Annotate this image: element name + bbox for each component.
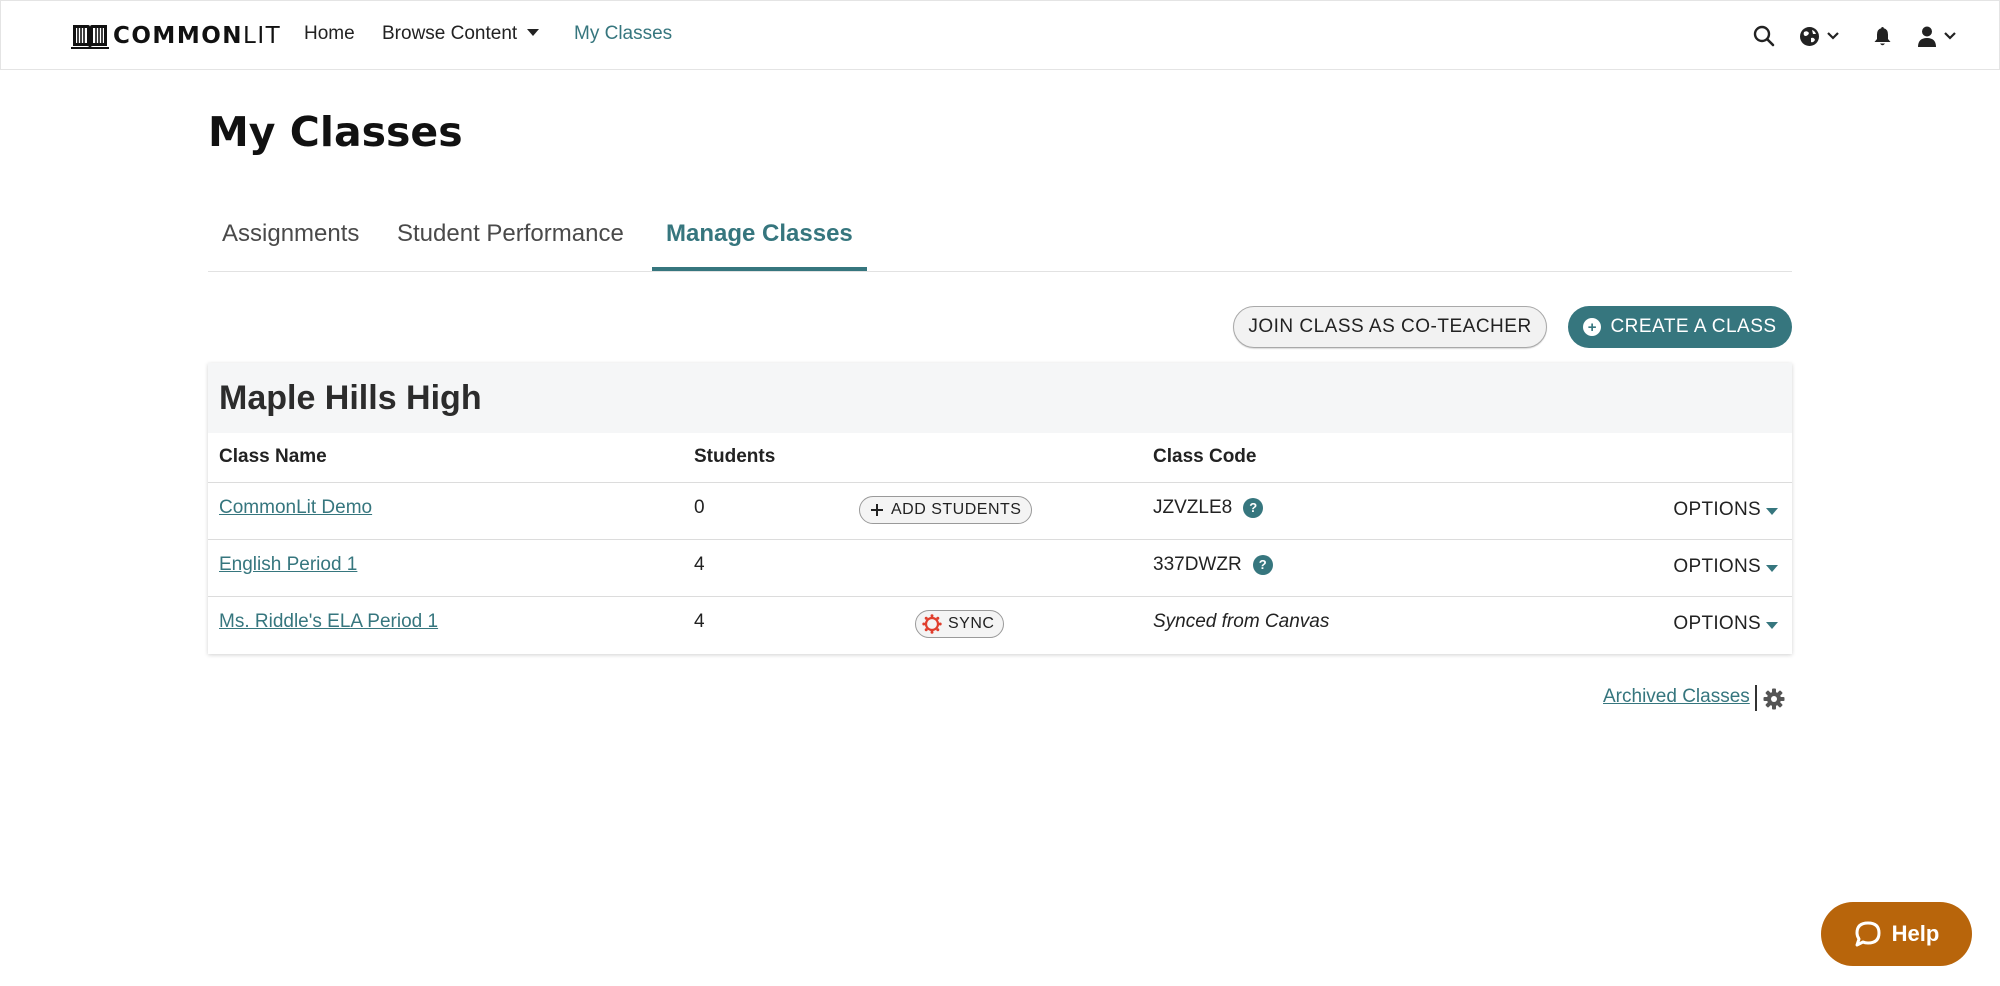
class-code: 337DWZR bbox=[1153, 554, 1242, 575]
globe-icon bbox=[1800, 26, 1819, 46]
help-question-icon[interactable]: ? bbox=[1252, 554, 1273, 575]
search-icon bbox=[1753, 25, 1775, 47]
notifications-button[interactable] bbox=[1873, 23, 1892, 49]
column-header-class-name: Class Name bbox=[219, 446, 327, 467]
nav-browse-content-link[interactable]: Browse Content bbox=[382, 23, 540, 45]
class-link[interactable]: English Period 1 bbox=[219, 554, 357, 575]
table-header: Class Name Students Class Code bbox=[208, 433, 1792, 483]
plus-icon bbox=[871, 504, 883, 516]
options-label: OPTIONS bbox=[1673, 613, 1761, 634]
class-name-cell: Ms. Riddle's ELA Period 1 bbox=[219, 611, 438, 633]
class-name-cell: English Period 1 bbox=[219, 554, 357, 576]
open-book-icon bbox=[71, 25, 109, 49]
logo-text: COMMONLIT bbox=[113, 23, 282, 49]
options-label: OPTIONS bbox=[1673, 499, 1761, 520]
students-count: 0 bbox=[694, 497, 705, 518]
class-link[interactable]: Ms. Riddle's ELA Period 1 bbox=[219, 611, 438, 632]
caret-down-icon bbox=[1766, 622, 1778, 629]
create-a-class-button[interactable]: + CREATE A CLASS bbox=[1568, 306, 1792, 348]
add-students-button[interactable]: ADD STUDENTS bbox=[859, 496, 1033, 524]
school-name: Maple Hills High bbox=[219, 379, 482, 417]
tab-manage-classes[interactable]: Manage Classes bbox=[652, 220, 867, 271]
table-row: English Period 1 4 337DWZR? OPTIONS bbox=[208, 540, 1792, 597]
students-count: 4 bbox=[694, 611, 705, 632]
gear-icon[interactable] bbox=[1763, 688, 1785, 710]
commonlit-logo[interactable]: COMMONLIT bbox=[71, 19, 281, 53]
sync-button[interactable]: SYNC bbox=[915, 610, 1005, 638]
chevron-down-icon bbox=[1944, 32, 1956, 40]
column-header-class-code: Class Code bbox=[1153, 446, 1257, 467]
sync-label: SYNC bbox=[948, 615, 995, 632]
plus-circle-icon: + bbox=[1583, 318, 1602, 336]
chevron-down-icon bbox=[1827, 32, 1839, 40]
user-icon bbox=[1918, 26, 1936, 47]
class-link[interactable]: CommonLit Demo bbox=[219, 497, 372, 518]
nav-my-classes-link[interactable]: My Classes bbox=[574, 23, 672, 45]
table-row: CommonLit Demo 0 ADD STUDENTS JZVZLE8? O… bbox=[208, 483, 1792, 540]
nav-home-link[interactable]: Home bbox=[304, 23, 355, 45]
add-students-label: ADD STUDENTS bbox=[891, 501, 1022, 518]
create-a-class-label: CREATE A CLASS bbox=[1610, 316, 1777, 337]
options-label: OPTIONS bbox=[1673, 556, 1761, 577]
class-name-cell: CommonLit Demo bbox=[219, 497, 372, 519]
tab-student-performance[interactable]: Student Performance bbox=[397, 220, 624, 271]
tab-bar: Assignments Student Performance Manage C… bbox=[208, 210, 1792, 272]
table-row: Ms. Riddle's ELA Period 1 4 SYNC Synced … bbox=[208, 597, 1792, 654]
chat-bubble-icon bbox=[1855, 921, 1881, 947]
students-count: 4 bbox=[694, 554, 705, 575]
school-header: Maple Hills High bbox=[208, 363, 1792, 433]
options-dropdown[interactable]: OPTIONS bbox=[1673, 556, 1778, 578]
top-navigation: COMMONLIT Home Browse Content My Classes bbox=[0, 0, 2000, 70]
caret-down-icon bbox=[1766, 565, 1778, 572]
bell-icon bbox=[1874, 26, 1891, 45]
caret-down-icon bbox=[527, 29, 540, 36]
class-code-cell: 337DWZR? bbox=[1153, 554, 1273, 576]
help-question-icon[interactable]: ? bbox=[1243, 497, 1264, 518]
search-button[interactable] bbox=[1753, 23, 1775, 49]
options-dropdown[interactable]: OPTIONS bbox=[1673, 613, 1778, 635]
class-code-synced: Synced from Canvas bbox=[1153, 611, 1330, 632]
class-code-cell: JZVZLE8? bbox=[1153, 497, 1264, 519]
archived-classes-link[interactable]: Archived Classes bbox=[1603, 686, 1750, 708]
help-label: Help bbox=[1891, 921, 1940, 946]
column-header-students: Students bbox=[694, 446, 776, 467]
page-title: My Classes bbox=[208, 108, 463, 156]
divider bbox=[1755, 685, 1757, 711]
tab-assignments[interactable]: Assignments bbox=[222, 220, 359, 271]
caret-down-icon bbox=[1766, 508, 1778, 515]
user-menu-button[interactable] bbox=[1917, 23, 1957, 49]
nav-browse-content-label: Browse Content bbox=[382, 23, 518, 44]
school-classes-card: Maple Hills High Class Name Students Cla… bbox=[208, 363, 1792, 654]
class-code: JZVZLE8 bbox=[1153, 497, 1233, 518]
canvas-logo-icon bbox=[922, 614, 942, 634]
help-button[interactable]: Help bbox=[1821, 902, 1972, 966]
options-dropdown[interactable]: OPTIONS bbox=[1673, 499, 1778, 521]
join-class-as-co-teacher-button[interactable]: JOIN CLASS AS CO-TEACHER bbox=[1233, 306, 1547, 348]
language-menu-button[interactable] bbox=[1799, 23, 1840, 49]
